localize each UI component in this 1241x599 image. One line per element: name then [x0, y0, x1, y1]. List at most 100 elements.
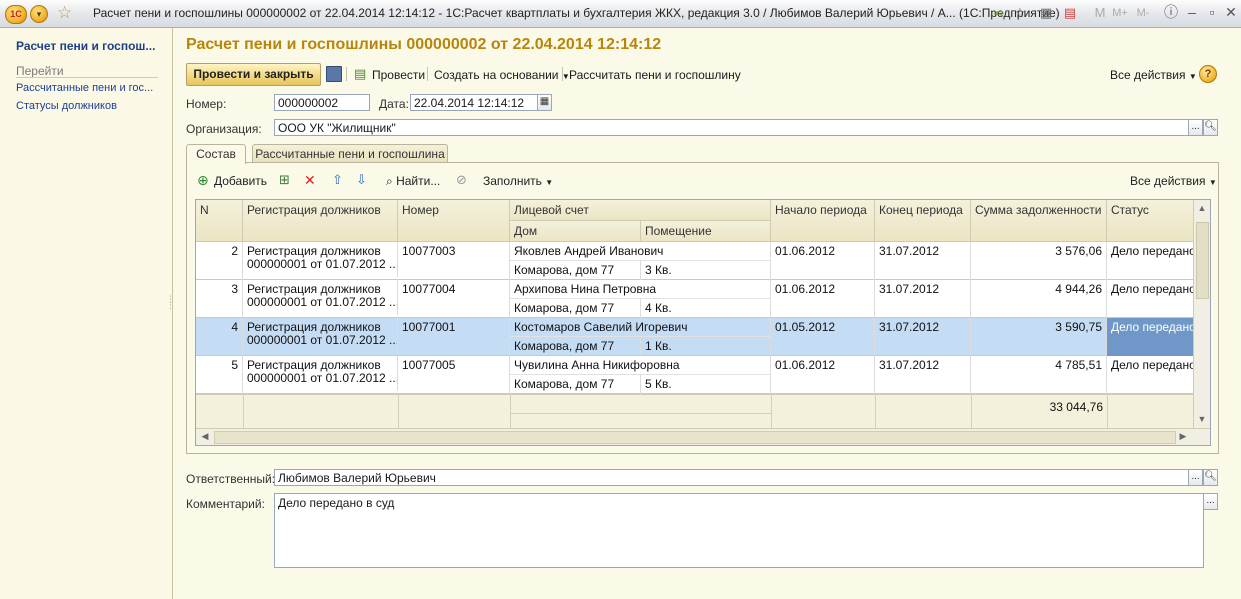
row-number[interactable]: 5 [196, 356, 243, 394]
table-row[interactable]: 3 Регистрация должников 000000001 от 01.07… [196, 280, 1195, 318]
move-down-icon[interactable]: ⇩ [356, 172, 367, 188]
app-logo-icon[interactable]: 1С [5, 5, 27, 24]
col-header-debt-sum[interactable]: Сумма задолженности [971, 200, 1107, 242]
scroll-up-icon[interactable]: ▲ [1194, 203, 1210, 213]
row-debt[interactable]: 4 785,51 [971, 356, 1107, 394]
horizontal-scroll-thumb[interactable] [214, 431, 1176, 444]
nav-doc-title[interactable]: Расчет пени и госпош... [16, 39, 155, 53]
info-icon[interactable]: ⓘ [1161, 5, 1181, 21]
row-room[interactable]: 4 Кв. [641, 299, 771, 318]
search-icon[interactable]: 🔍︎ [1203, 119, 1218, 136]
row-number-value[interactable]: 10077004 [398, 280, 510, 318]
col-header-house[interactable]: Дом [510, 221, 641, 242]
find-button[interactable]: ⌕ Найти... [386, 174, 440, 189]
row-account-name[interactable]: Чувилина Анна Никифоровна [510, 356, 771, 375]
row-account-name[interactable]: Яковлев Андрей Иванович [510, 242, 771, 261]
nav-link-calculated-fines[interactable]: Рассчитанные пени и гос... [16, 82, 153, 94]
row-period-start[interactable]: 01.06.2012 [771, 242, 875, 280]
row-period-start[interactable]: 01.06.2012 [771, 280, 875, 318]
row-room[interactable]: 3 Кв. [641, 261, 771, 280]
col-header-status[interactable]: Статус [1107, 200, 1195, 242]
scroll-down-icon[interactable]: ▼ [1194, 414, 1210, 424]
table-row[interactable]: 2 Регистрация должников 000000001 от 01.07… [196, 242, 1195, 280]
minimize-icon[interactable]: – [1182, 5, 1202, 21]
row-period-end[interactable]: 31.07.2012 [875, 242, 971, 280]
select-ellipsis-button[interactable]: ... [1188, 469, 1203, 486]
row-room[interactable]: 1 Кв. [641, 337, 771, 356]
scroll-left-icon[interactable]: ◀ [200, 431, 210, 442]
row-registration-line2[interactable]: 000000001 от 01.07.2012 ... [243, 331, 398, 353]
create-based-on-button[interactable]: Создать на основании ▼ [434, 68, 570, 82]
row-number-value[interactable]: 10077003 [398, 242, 510, 280]
post-button[interactable]: Провести [372, 68, 425, 82]
comment-ellipsis-button[interactable]: ... [1203, 493, 1218, 510]
row-house[interactable]: Комарова, дом 77 [510, 375, 641, 394]
horizontal-scrollbar[interactable]: ◀ ▶ [196, 428, 1210, 445]
main-menu-dropdown-icon[interactable]: ▾ [30, 5, 48, 23]
row-period-start[interactable]: 01.05.2012 [771, 318, 875, 356]
vertical-scroll-thumb[interactable] [1196, 222, 1209, 299]
row-registration-line2[interactable]: 000000001 от 01.07.2012 ... [243, 255, 398, 277]
row-registration-line2[interactable]: 000000001 от 01.07.2012 ... [243, 293, 398, 315]
col-header-n[interactable]: N [196, 200, 243, 242]
save-icon[interactable] [326, 66, 342, 82]
row-registration-line2[interactable]: 000000001 от 01.07.2012 ... [243, 369, 398, 391]
organization-input[interactable]: ООО УК "Жилищник" [274, 119, 1189, 136]
maximize-icon[interactable]: ▫ [1202, 5, 1222, 21]
favorite-star-icon[interactable]: ☆ [57, 3, 72, 23]
nav-link-debtor-statuses[interactable]: Статусы должников [16, 100, 117, 112]
responsible-input[interactable]: Любимов Валерий Юрьевич [274, 469, 1189, 486]
help-icon[interactable]: ? [1199, 65, 1217, 83]
calculator-icon[interactable]: ▦ [1037, 4, 1055, 22]
row-period-end[interactable]: 31.07.2012 [875, 318, 971, 356]
tab-composition[interactable]: Состав [186, 144, 246, 164]
row-number[interactable]: 3 [196, 280, 243, 318]
row-house[interactable]: Комарова, дом 77 [510, 261, 641, 280]
comment-textarea[interactable]: Дело передано в суд [274, 493, 1204, 568]
row-period-end[interactable]: 31.07.2012 [875, 280, 971, 318]
row-debt[interactable]: 3 590,75 [971, 318, 1107, 356]
row-period-end[interactable]: 31.07.2012 [875, 356, 971, 394]
row-status[interactable]: Дело передано в [1107, 318, 1195, 356]
row-number[interactable]: 4 [196, 318, 243, 356]
memory-minus-icon[interactable]: M- [1134, 4, 1152, 22]
fill-button[interactable]: Заполнить ▼ [483, 174, 553, 188]
date-input[interactable]: 22.04.2014 12:14:12 [410, 94, 538, 111]
grid-all-actions-button[interactable]: Все действия ▼ [1130, 174, 1217, 188]
close-icon[interactable]: ✕ [1221, 5, 1241, 21]
col-header-room[interactable]: Помещение [641, 221, 771, 242]
col-header-number[interactable]: Номер [398, 200, 510, 242]
table-row[interactable]: 5 Регистрация должников 000000001 от 01.07… [196, 356, 1195, 394]
search-icon[interactable]: 🔍︎ [1203, 469, 1218, 486]
delete-icon[interactable]: ✕ [304, 172, 316, 189]
row-house[interactable]: Комарова, дом 77 [510, 337, 641, 356]
row-number-value[interactable]: 10077001 [398, 318, 510, 356]
row-status[interactable]: Дело передано в [1107, 280, 1195, 318]
row-number[interactable]: 2 [196, 242, 243, 280]
panel-splitter-handle[interactable]: ⋮⋮ [166, 295, 175, 320]
calendar-picker-icon[interactable]: ▦ [537, 94, 552, 111]
row-status[interactable]: Дело передано в [1107, 242, 1195, 280]
memory-plus-icon[interactable]: M+ [1111, 4, 1129, 22]
post-and-close-button[interactable]: Провести и закрыть [186, 63, 321, 86]
calculate-fines-button[interactable]: Рассчитать пени и госпошлину [569, 68, 741, 82]
move-up-icon[interactable]: ⇧ [332, 172, 343, 188]
vertical-scrollbar[interactable]: ▲ ▼ [1193, 200, 1210, 431]
col-header-registration[interactable]: Регистрация должников [243, 200, 398, 242]
add-row-button[interactable]: Добавить [214, 174, 267, 188]
row-house[interactable]: Комарова, дом 77 [510, 299, 641, 318]
copy-row-icon[interactable]: ⊞ [279, 172, 290, 188]
row-debt[interactable]: 3 576,06 [971, 242, 1107, 280]
memory-m-icon[interactable]: M [1091, 4, 1109, 22]
col-header-period-end[interactable]: Конец периода [875, 200, 971, 242]
col-header-account[interactable]: Лицевой счет [510, 200, 771, 221]
add-favorite-icon[interactable]: ☆ [1011, 4, 1029, 22]
calendar-icon[interactable]: ▤ [1061, 4, 1079, 22]
row-account-name[interactable]: Архипова Нина Петровна [510, 280, 771, 299]
cancel-search-icon[interactable]: ⊘ [456, 172, 467, 188]
row-account-name[interactable]: Костомаров Савелий Игоревич [510, 318, 771, 337]
row-room[interactable]: 5 Кв. [641, 375, 771, 394]
tab-calculated-fines[interactable]: Рассчитанные пени и госпошлина [252, 144, 448, 163]
row-status[interactable]: Дело передано в [1107, 356, 1195, 394]
col-header-period-start[interactable]: Начало периода [771, 200, 875, 242]
